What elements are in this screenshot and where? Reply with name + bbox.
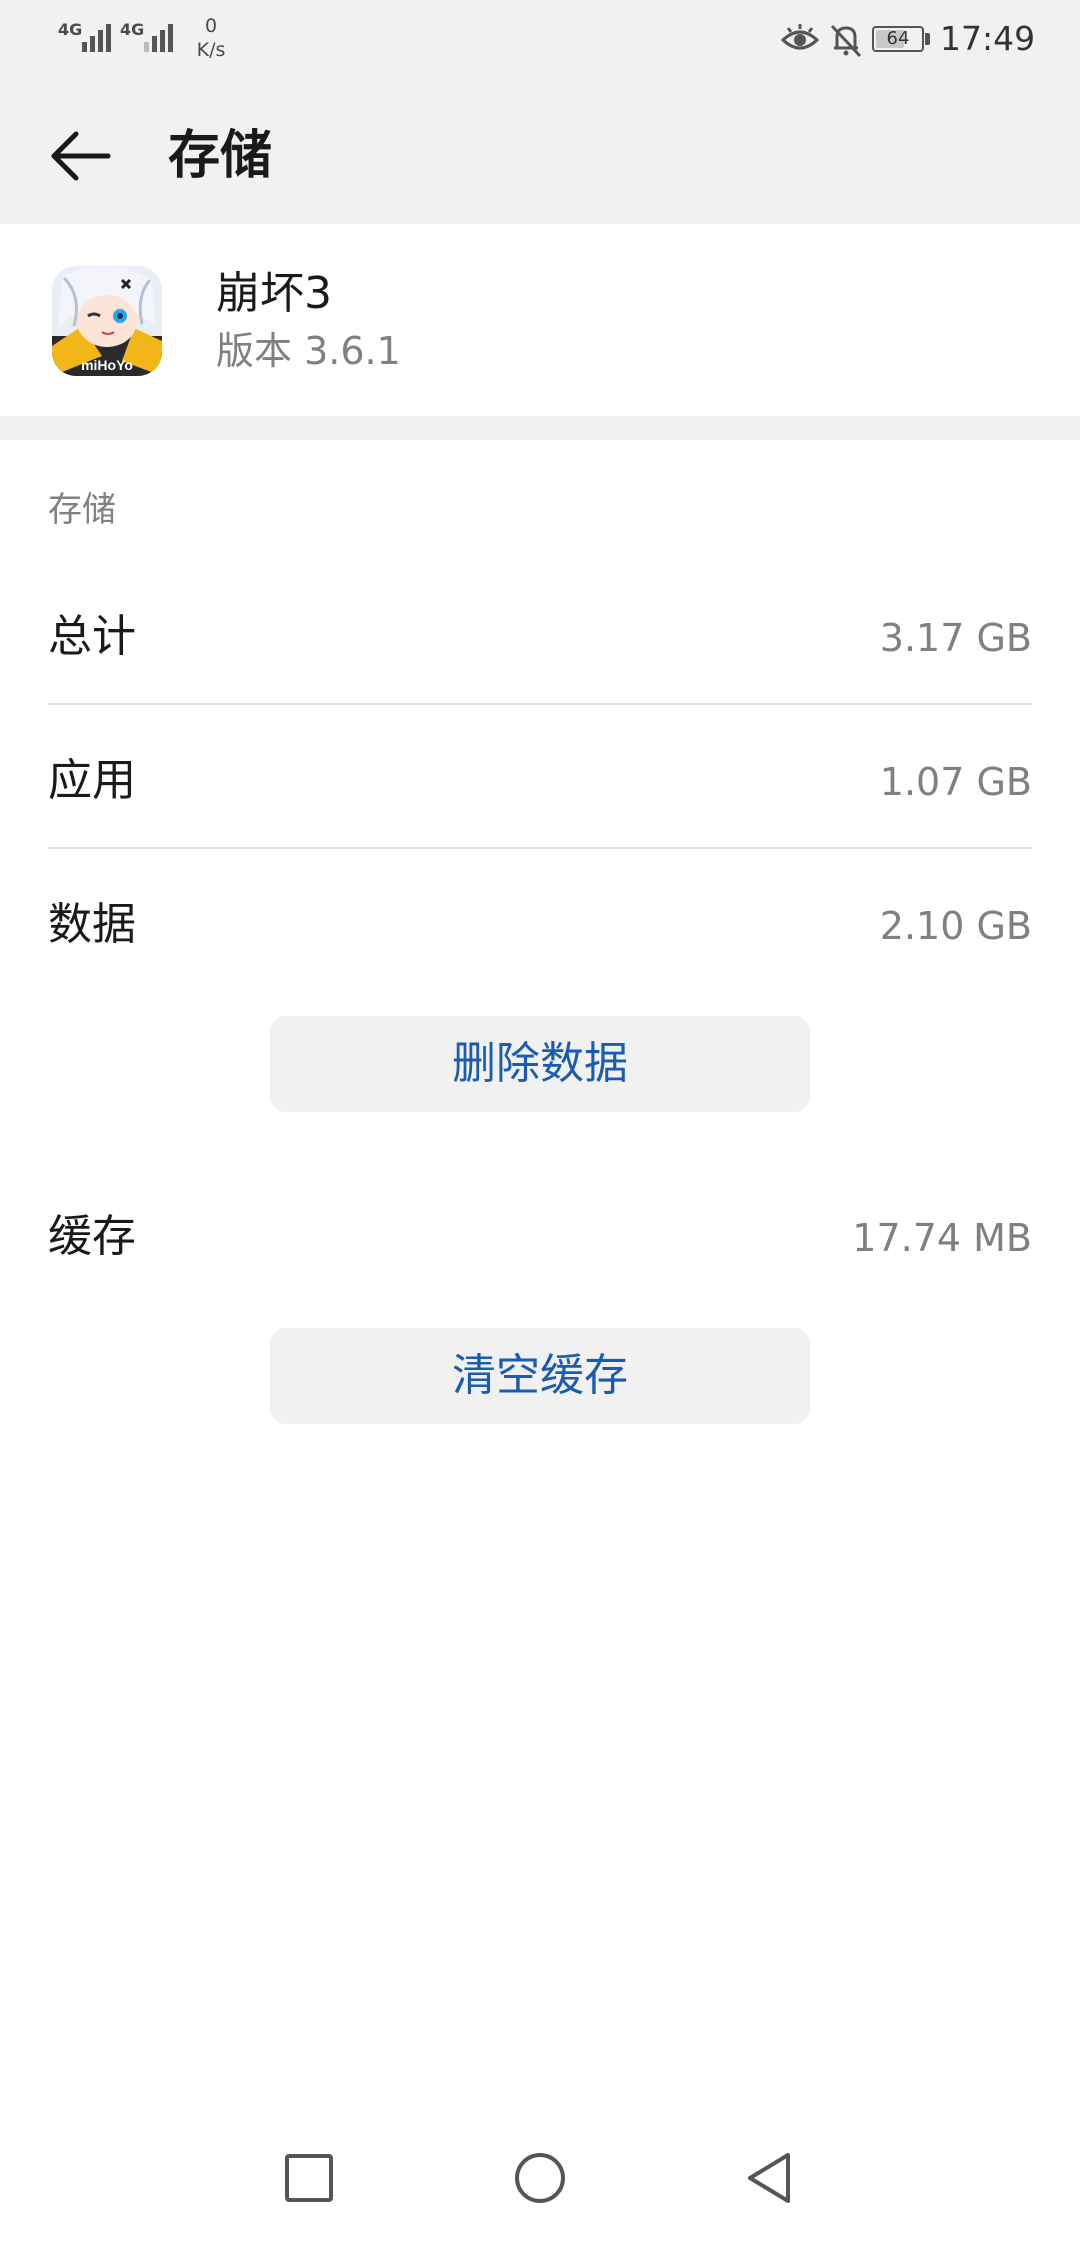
bell-muted-icon (830, 24, 862, 58)
circle-icon[interactable] (512, 2150, 568, 2206)
row-divider (48, 703, 1032, 705)
storage-row-total: 总计 3.17 GB (48, 564, 1032, 708)
status-bar: 4G 4G 0 K/s 64 17:49 (0, 0, 1080, 80)
app-version: 版本 3.6.1 (216, 329, 401, 373)
page-title: 存储 (168, 126, 273, 186)
triangle-back-icon[interactable] (742, 2150, 798, 2206)
network-type-1: 4G (58, 20, 83, 39)
clear-cache-button[interactable]: 清空缓存 (270, 1328, 810, 1424)
network-speed: 0 K/s (186, 14, 236, 62)
storage-row-cache: 缓存 17.74 MB (48, 1164, 1032, 1308)
clear-data-button[interactable]: 删除数据 (270, 1016, 810, 1112)
app-name: 崩坏3 (216, 268, 332, 319)
signal-bars-2-icon (144, 24, 173, 52)
signal-2: 4G (120, 18, 180, 58)
navigation-bar (0, 2104, 1080, 2244)
storage-row-label: 数据 (48, 899, 136, 950)
row-divider (48, 847, 1032, 849)
storage-row-value: 2.10 GB (879, 904, 1032, 948)
cache-value: 17.74 MB (852, 1216, 1032, 1260)
battery-icon: 64 (872, 26, 924, 52)
back-button[interactable] (40, 116, 120, 196)
network-speed-unit: K/s (196, 39, 226, 61)
title-bar: 存储 (0, 80, 1080, 224)
signal-bars-1-icon (82, 24, 111, 52)
signal-1: 4G (58, 18, 118, 58)
battery-level: 64 (886, 28, 910, 49)
clock: 17:49 (940, 19, 1036, 58)
storage-row-label: 总计 (48, 611, 136, 662)
app-icon: miHoYo (52, 266, 162, 376)
eye-comfort-icon (780, 24, 820, 50)
storage-row-value: 3.17 GB (879, 616, 1032, 660)
section-separator (0, 416, 1080, 440)
storage-row-value: 1.07 GB (879, 760, 1032, 804)
app-header: miHoYo 崩坏3 版本 3.6.1 (0, 224, 1080, 416)
network-speed-value: 0 (204, 15, 218, 37)
storage-row-app: 应用 1.07 GB (48, 708, 1032, 852)
network-type-2: 4G (120, 20, 145, 39)
section-title-storage: 存储 (48, 490, 116, 530)
cache-label: 缓存 (48, 1211, 136, 1262)
arrow-left-icon (51, 131, 111, 181)
storage-row-label: 应用 (48, 755, 136, 806)
battery-cap (925, 33, 930, 45)
app-icon-text: miHoYo (81, 357, 133, 373)
square-icon[interactable] (281, 2150, 337, 2206)
storage-row-data: 数据 2.10 GB (48, 852, 1032, 996)
